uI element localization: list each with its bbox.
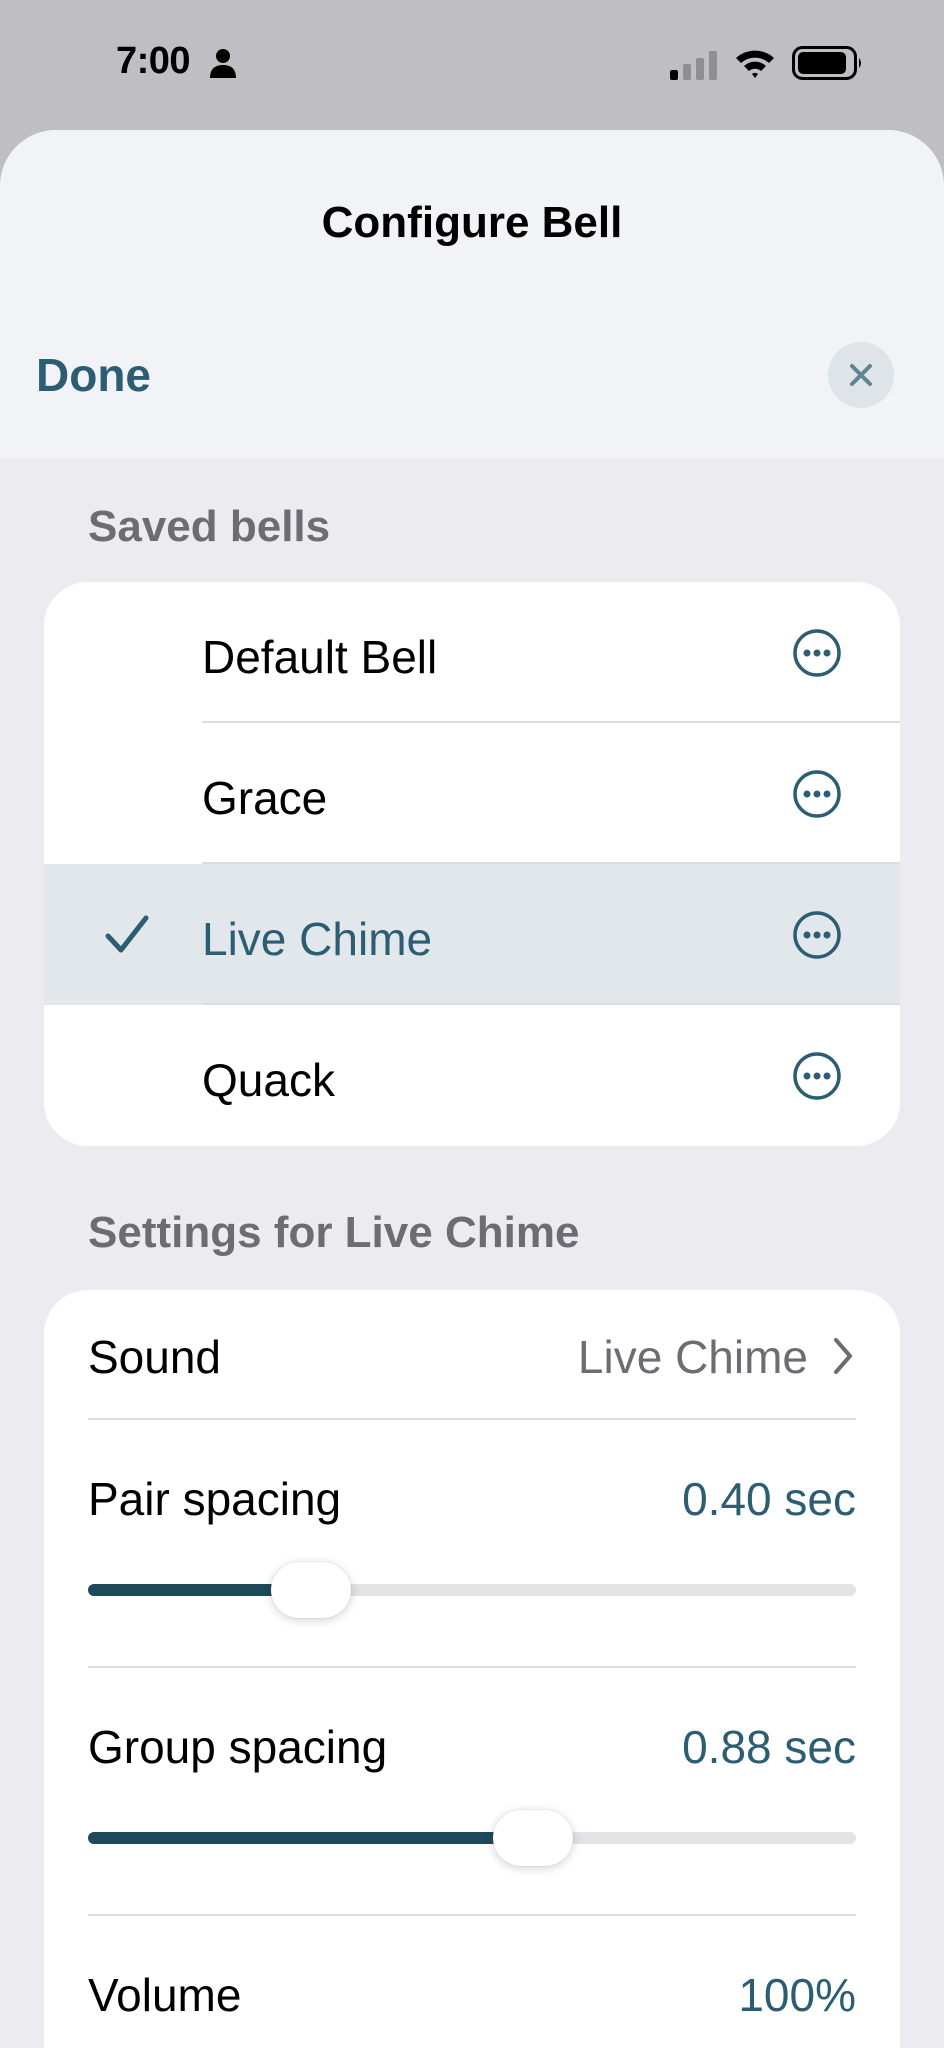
person-icon <box>210 49 236 78</box>
volume-row: Volume 100% <box>44 1916 900 2048</box>
sound-value: Live Chime <box>577 1331 808 1383</box>
bell-row-grace[interactable]: Grace <box>44 723 900 864</box>
bell-label: Default Bell <box>202 631 438 683</box>
wifi-icon <box>736 50 774 78</box>
pair-spacing-label: Pair spacing <box>88 1473 342 1525</box>
sheet-header: Configure Bell Done <box>0 130 944 458</box>
configure-bell-sheet: Configure Bell Done Saved bells Default … <box>0 130 944 2048</box>
pair-spacing-row: Pair spacing 0.40 sec <box>44 1420 900 1668</box>
settings-header: Settings for Live Chime <box>88 1208 580 1257</box>
bell-row-quack[interactable]: Quack <box>44 1005 900 1146</box>
volume-value: 100% <box>738 1969 856 2021</box>
group-spacing-label: Group spacing <box>88 1721 388 1773</box>
slider-thumb[interactable] <box>270 1562 351 1618</box>
group-spacing-slider[interactable] <box>88 1810 856 1866</box>
bell-row-live-chime[interactable]: Live Chime <box>44 864 900 1005</box>
cellular-signal-icon <box>670 51 717 80</box>
settings-list: Sound Live Chime Pair spacing 0.40 sec G… <box>44 1290 900 2048</box>
bell-label: Live Chime <box>202 913 433 965</box>
saved-bells-header: Saved bells <box>88 502 331 551</box>
more-options-icon[interactable] <box>792 1051 842 1101</box>
close-button[interactable] <box>828 342 894 408</box>
sound-row[interactable]: Sound Live Chime <box>44 1290 900 1420</box>
slider-thumb[interactable] <box>493 1810 574 1866</box>
checkmark-icon <box>105 915 149 953</box>
pair-spacing-value: 0.40 sec <box>682 1473 856 1525</box>
pair-spacing-slider[interactable] <box>88 1562 856 1618</box>
group-spacing-row: Group spacing 0.88 sec <box>44 1668 900 1916</box>
battery-icon <box>792 46 861 80</box>
chevron-right-icon <box>834 1338 852 1374</box>
group-spacing-value: 0.88 sec <box>682 1721 856 1773</box>
bell-label: Grace <box>202 772 328 824</box>
bell-row-default-bell[interactable]: Default Bell <box>44 582 900 723</box>
done-button[interactable]: Done <box>36 348 151 402</box>
sound-label: Sound <box>88 1331 222 1383</box>
close-icon <box>850 364 872 386</box>
more-options-icon[interactable] <box>792 769 842 819</box>
volume-label: Volume <box>88 1969 242 2021</box>
status-bar: 7:00 <box>0 0 944 128</box>
bell-label: Quack <box>202 1054 335 1106</box>
saved-bells-list: Default Bell Grace Live Chime Quack <box>44 582 900 1146</box>
more-options-icon[interactable] <box>792 910 842 960</box>
sheet-title: Configure Bell <box>321 198 623 247</box>
status-time: 7:00 <box>116 40 191 82</box>
more-options-icon[interactable] <box>792 628 842 678</box>
